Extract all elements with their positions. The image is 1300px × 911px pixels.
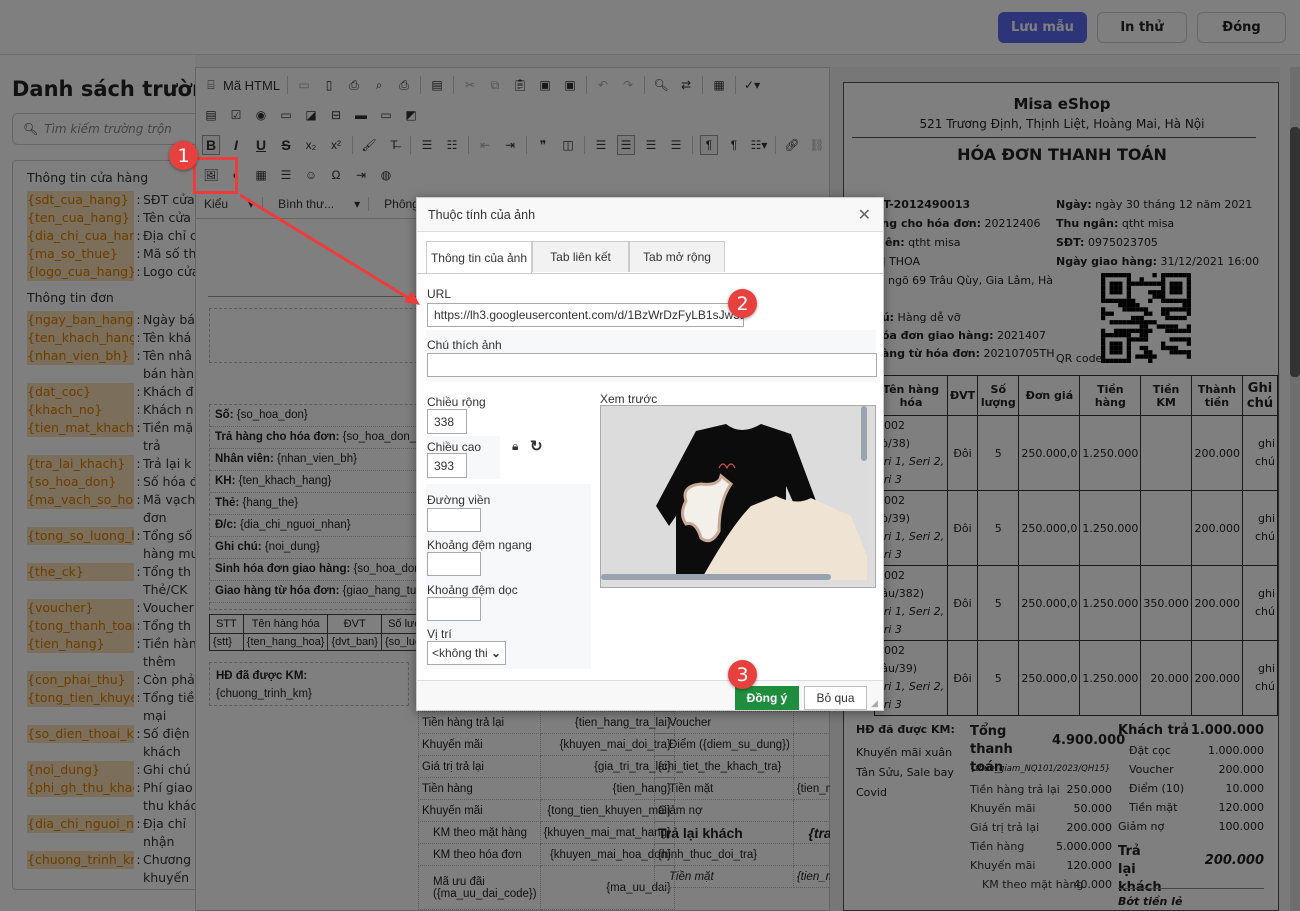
width-input[interactable]: 338 [427,409,467,434]
dialog-title: Thuộc tính của ảnh [428,207,536,222]
lock-ratio-icon[interactable]: 🔒︎ [512,439,518,454]
tab-advanced[interactable]: Tab mở rộng [629,241,725,272]
highlight-box [193,157,238,194]
reset-size-icon[interactable]: ↻ [530,437,543,455]
width-label: Chiều rộng [427,395,486,409]
dialog-header: Thuộc tính của ảnh ✕ [417,198,883,232]
vspace-input[interactable] [427,597,481,621]
cancel-button[interactable]: Bỏ qua [804,686,867,710]
tab-link[interactable]: Tab liên kết [532,241,629,272]
step-badge-1: 1 [169,141,198,170]
height-label: Chiều cao [427,440,482,454]
align-select[interactable]: <không thiết lập>⌄ [427,641,506,665]
tshirt-image [601,406,867,580]
ok-button[interactable]: Đồng ý [735,686,799,710]
url-input[interactable]: https://lh3.googleusercontent.com/d/1BzW… [427,303,744,327]
close-icon[interactable]: ✕ [858,205,871,225]
url-label: URL [427,287,452,301]
resize-handle-icon[interactable]: ◢ [871,698,878,709]
hspace-input[interactable] [427,552,481,576]
height-input[interactable]: 393 [427,453,467,478]
caption-input[interactable] [427,353,877,377]
image-preview [600,405,876,588]
image-properties-dialog: Thuộc tính của ảnh ✕ Thông tin của ảnh T… [416,197,884,711]
hspace-label: Khoảng đệm ngang [427,538,532,552]
caption-label: Chú thích ảnh [427,338,502,352]
chevron-down-icon: ⌄ [490,646,501,660]
preview-label: Xem trước [600,392,658,406]
step-badge-2: 2 [728,289,757,318]
vspace-label: Khoảng đệm dọc [427,583,518,597]
divider [417,273,883,274]
border-input[interactable] [427,508,481,532]
step-badge-3: 3 [728,660,757,689]
border-label: Đường viền [427,493,491,507]
align-label: Vị trí [427,627,452,641]
tab-image-info[interactable]: Thông tin của ảnh [426,241,532,273]
align-value: <không thiết lập> [432,646,488,660]
